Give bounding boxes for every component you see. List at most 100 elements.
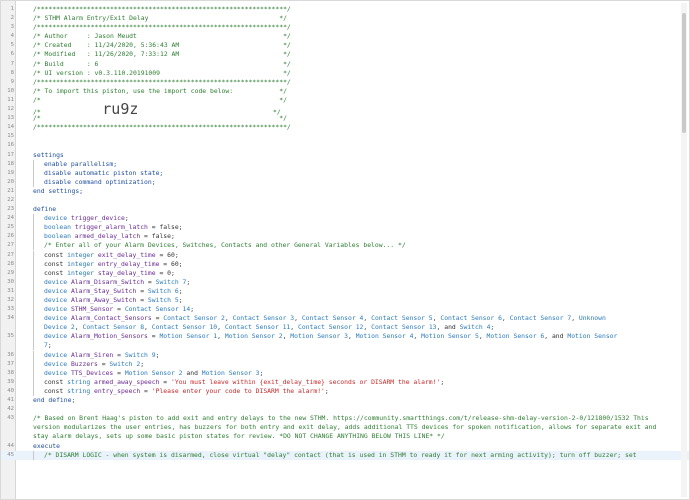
indent-guide — [33, 368, 44, 378]
code-token: 'You must leave within {exit_delay_time}… — [171, 377, 441, 386]
code-token: = — [147, 332, 160, 341]
code-text: /* Author : Jason Meudt */ — [33, 32, 685, 41]
code-token: , — [348, 332, 356, 341]
code-token: Alarm_Motion_Sensors — [70, 332, 148, 341]
code-token: ; — [124, 214, 129, 223]
code-token: device — [44, 368, 71, 377]
code-line: 14 /*************************************… — [1, 123, 689, 132]
code-line: 38 device TTS_Devices = Motion Sensor 2 a… — [1, 368, 689, 378]
code-text: settings — [33, 151, 685, 160]
code-token: /* To import this piston, use the import… — [33, 86, 287, 95]
indent-guide — [33, 332, 44, 342]
indent-guide — [33, 159, 44, 169]
code-line: 40 const string entry_speech = 'Please en… — [1, 386, 689, 396]
code-token: trigger_alarm_latch — [74, 223, 148, 232]
code-token: const — [44, 268, 68, 277]
indent-guide — [33, 286, 44, 296]
code-text: /***************************************… — [33, 78, 685, 87]
code-token: TTS_Devices — [70, 368, 114, 377]
code-token: end define; — [33, 396, 76, 405]
code-token: Switch 6 — [147, 286, 179, 295]
indent-guide — [33, 177, 44, 187]
code-token: armed_away_speech — [94, 377, 160, 386]
code-token: /***************************************… — [33, 77, 291, 86]
indent-guide — [33, 268, 44, 278]
indent-guide — [33, 277, 44, 287]
code-text: Device 2, Contact Sensor 8, Contact Sens… — [33, 323, 685, 333]
code-line: 18 enable parallelism; — [1, 159, 689, 169]
code-text: version modularizes the user entries, ha… — [33, 423, 685, 432]
code-token: Contact Sensor 12 — [298, 323, 364, 332]
code-token: string — [67, 377, 95, 386]
line-number: 44 — [7, 442, 14, 449]
code-line: 41 end define; — [1, 396, 689, 405]
code-line: 20 disable command optimization; — [1, 177, 689, 187]
code-token: /* Enter all of your Alarm Devices, Swit… — [44, 241, 406, 250]
code-token: string — [67, 386, 95, 395]
code-token: Motion Sensor 3 — [201, 368, 260, 377]
line-number: 16 — [7, 142, 14, 149]
code-text: device Alarm_Motion_Sensors = Motion Sen… — [33, 332, 685, 342]
code-token: /* */ — [33, 95, 287, 104]
code-token: = 60; — [155, 250, 179, 259]
code-token: /* DISARM LOGIC - when system is disarme… — [44, 450, 637, 459]
code-text: stay alarm delays, sets up some basic pi… — [33, 432, 685, 441]
code-token: = — [140, 386, 152, 395]
code-line: stay alarm delays, sets up some basic pi… — [1, 432, 689, 441]
code-token: , — [217, 323, 225, 332]
line-number: 17 — [7, 151, 14, 158]
code-token: /* */ — [33, 114, 287, 123]
code-line: 27 /* Enter all of your Alarm Devices, Sw… — [1, 241, 689, 251]
code-line: 29 const integer stay_delay_time = 0; — [1, 268, 689, 278]
code-token: STHM_Sensor — [70, 305, 114, 314]
indent-guide — [33, 296, 44, 305]
code-token: Buzzers — [70, 359, 98, 368]
code-token: ; — [186, 277, 191, 286]
line-number: 24 — [7, 215, 14, 222]
code-token: const — [44, 250, 68, 259]
code-token: Switch 5 — [147, 296, 179, 304]
line-number: 20 — [7, 178, 14, 185]
code-line: 5 /* Created : 11/24/2020, 5:36:43 AM */ — [1, 41, 689, 50]
code-line: 30 device Alarm_Disarm_Switch = Switch 7; — [1, 277, 689, 287]
line-number: 12 — [7, 106, 14, 113]
code-text: const integer entry_delay_time = 60; — [33, 259, 685, 269]
code-line: 21 end settings; — [1, 187, 689, 196]
line-number: 37 — [7, 360, 14, 367]
line-number: 27 — [7, 251, 14, 258]
code-token: , — [290, 323, 298, 332]
code-line: 45 /* DISARM LOGIC - when system is disar… — [1, 450, 689, 460]
line-number: 29 — [7, 269, 14, 276]
line-number: 21 — [7, 187, 14, 194]
indent-guide — [33, 223, 44, 233]
code-token: ; — [178, 296, 183, 304]
code-token: trigger_device — [70, 214, 125, 223]
vertical-scrollbar[interactable] — [681, 3, 687, 497]
line-number: 42 — [7, 406, 14, 413]
code-token: 'Please enter your code to DISARM the al… — [151, 386, 325, 395]
line-number: 32 — [7, 297, 14, 303]
code-text: boolean trigger_alarm_latch = false; — [33, 223, 685, 233]
code-line: 7 /* Build : 6 */ — [1, 60, 689, 69]
code-token: = — [113, 368, 125, 377]
code-text: /* UI version : v0.3.110.20191009 */ — [33, 69, 685, 78]
indent-guide — [33, 450, 44, 460]
code-token: , — [478, 332, 487, 341]
code-line: 4 /* Author : Jason Meudt */ — [1, 32, 689, 41]
line-number: 10 — [7, 87, 14, 94]
line-number: 30 — [7, 278, 14, 285]
code-line: 22 — [1, 196, 689, 205]
code-text: /* STHM Alarm Entry/Exit Delay */ — [33, 14, 685, 23]
code-token: Contact Sensor 10 — [151, 323, 218, 332]
code-token: /* UI version : v0.3.110.20191009 */ — [33, 68, 291, 77]
code-token: = — [151, 314, 164, 323]
code-token: entry_speech — [94, 386, 141, 395]
code-token: ; — [259, 368, 264, 377]
line-number: 35 — [7, 333, 14, 340]
code-text: device Alarm_Disarm_Switch = Switch 7; — [33, 277, 685, 287]
code-token: Contact Sensor 2 — [163, 314, 225, 323]
line-number: 8 — [10, 69, 14, 76]
line-number: 45 — [7, 451, 14, 458]
code-token: device — [44, 214, 71, 223]
scrollbar-thumb[interactable] — [682, 13, 686, 133]
